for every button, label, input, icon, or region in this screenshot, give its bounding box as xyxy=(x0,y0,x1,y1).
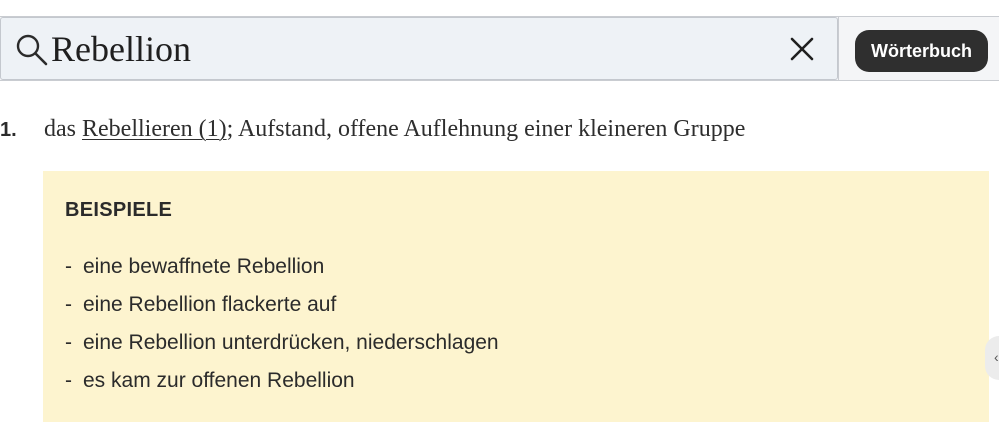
example-text: eine Rebellion unterdrücken, niederschla… xyxy=(83,331,499,354)
examples-list: - eine bewaffnete Rebellion - eine Rebelli… xyxy=(65,250,499,402)
definition-prefix: das xyxy=(44,116,82,142)
definition-suffix: ; Aufstand, offene Auflehnung einer klei… xyxy=(226,116,746,142)
definition-number: 1. xyxy=(0,119,17,141)
definition-text: das Rebellieren (1); Aufstand, offene Au… xyxy=(44,116,745,143)
bullet-dash: - xyxy=(65,331,72,354)
example-text: eine Rebellion flackerte auf xyxy=(83,293,337,316)
list-item: - es kam zur offenen Rebellion xyxy=(65,364,499,402)
bullet-dash: - xyxy=(65,293,72,316)
list-item: - eine Rebellion flackerte auf xyxy=(65,288,499,326)
search-bar: Rebellion Wörterbuch xyxy=(0,16,999,81)
search-icon xyxy=(16,34,48,66)
example-text: es kam zur offenen Rebellion xyxy=(83,369,355,392)
bullet-dash: - xyxy=(65,369,72,392)
examples-title: BEISPIELE xyxy=(65,199,173,221)
bullet-dash: - xyxy=(65,255,72,278)
dictionary-button[interactable]: Wörterbuch xyxy=(855,30,988,72)
example-text: eine bewaffnete Rebellion xyxy=(83,255,325,278)
search-field[interactable]: Rebellion xyxy=(0,17,838,80)
list-item: - eine Rebellion unterdrücken, niederschl… xyxy=(65,326,499,364)
chevron-left-icon: ‹ xyxy=(994,349,999,365)
divider xyxy=(838,17,839,80)
scroll-handle[interactable]: ‹ xyxy=(985,336,999,380)
examples-box: BEISPIELE - eine bewaffnete Rebellion - ei… xyxy=(43,171,989,422)
definition-link[interactable]: Rebellieren (1) xyxy=(82,116,227,142)
search-input[interactable]: Rebellion xyxy=(51,26,191,72)
close-icon[interactable] xyxy=(787,34,817,64)
list-item: - eine bewaffnete Rebellion xyxy=(65,250,499,288)
